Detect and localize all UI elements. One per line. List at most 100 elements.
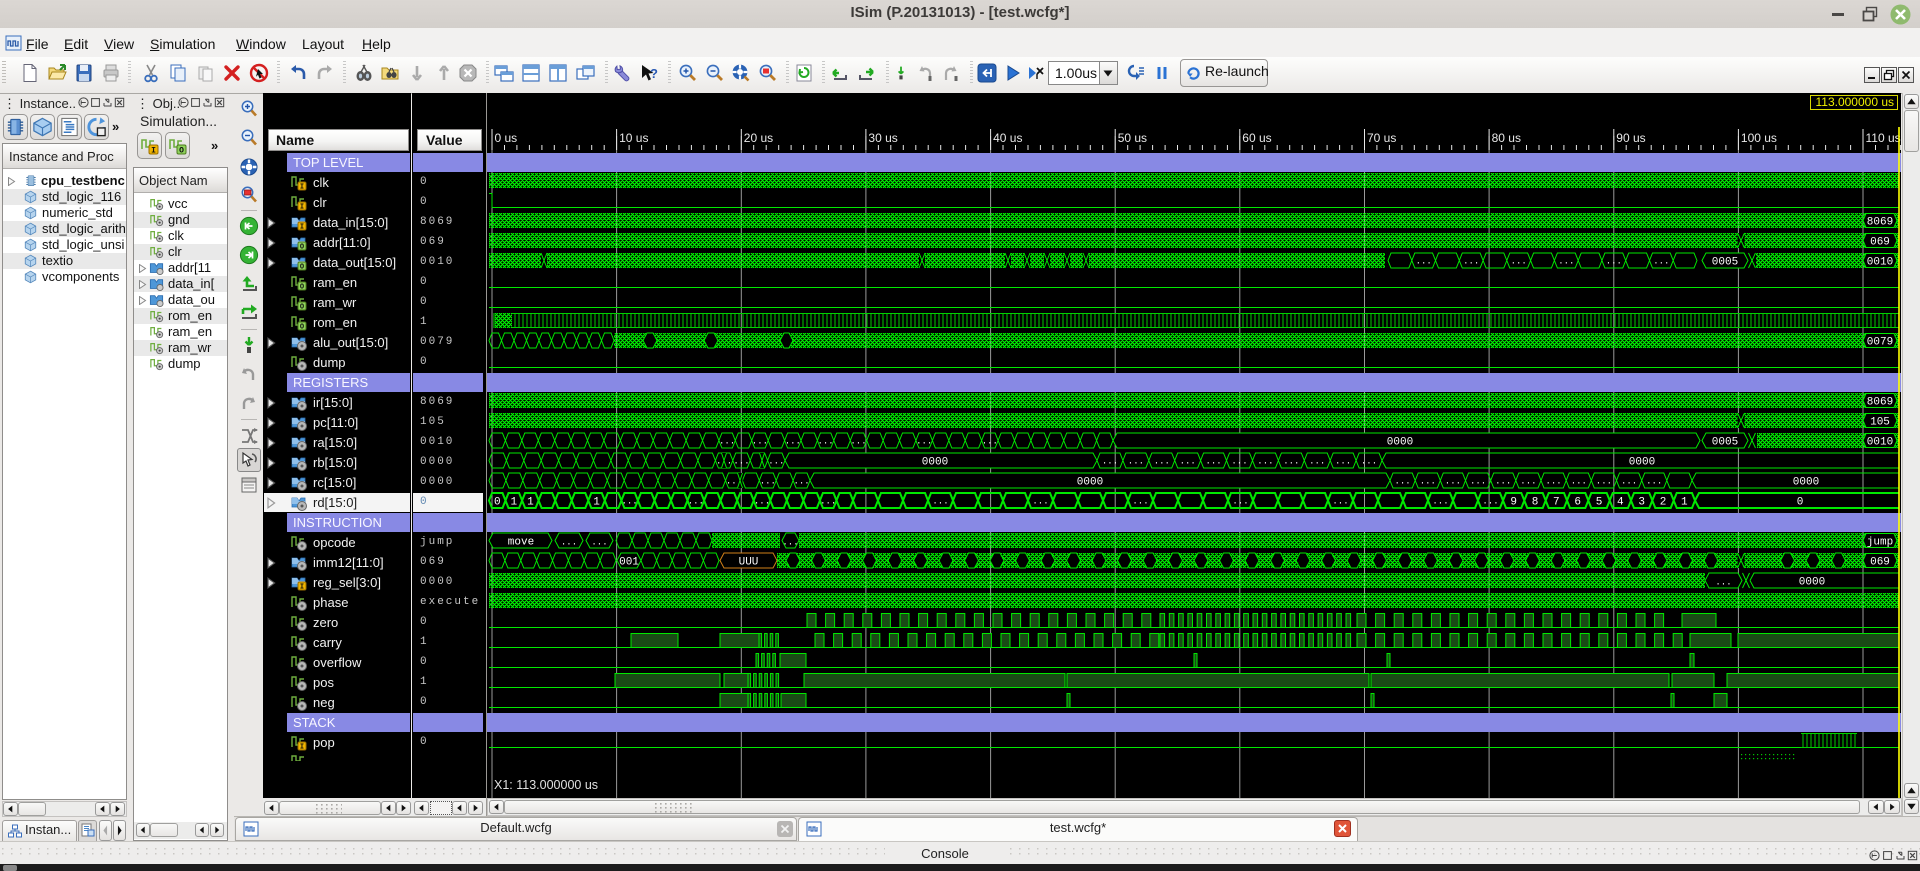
svg-text:8069: 8069 [1867,217,1893,229]
svg-text:?: ? [650,66,658,81]
svg-text:X1: 113.000000 us: X1: 113.000000 us [494,778,598,792]
svg-text:0000: 0000 [1629,457,1655,469]
svg-text:...: ... [1545,477,1561,487]
svg-text:0005: 0005 [1712,437,1738,449]
svg-text:...: ... [932,497,948,507]
svg-text:5: 5 [1596,497,1603,509]
svg-text:...: ... [1482,497,1498,507]
svg-text:...: ... [1463,257,1479,267]
svg-text:0000: 0000 [1077,477,1103,489]
svg-text:...: ... [793,477,809,487]
svg-text:1: 1 [510,497,517,509]
svg-text:...: ... [785,437,801,447]
svg-text:...: ... [1646,477,1662,487]
svg-text:...: ... [733,457,749,467]
svg-text:O: O [300,264,304,272]
svg-text:0079: 0079 [1867,337,1893,349]
svg-text:I: I [300,184,304,192]
svg-text:...: ... [1715,578,1731,588]
svg-text:move: move [508,537,534,549]
svg-text:80 us: 80 us [1492,131,1521,145]
svg-text:7: 7 [1553,497,1560,509]
svg-text:...: ... [1257,457,1273,467]
svg-text:...: ... [1309,457,1325,467]
svg-text:110 us: 110 us [1866,131,1901,145]
svg-text:...: ... [1596,477,1612,487]
svg-text:069: 069 [1870,557,1890,569]
svg-text:40 us: 40 us [993,131,1022,145]
svg-text:0010: 0010 [1867,257,1893,269]
svg-text:...: ... [1621,477,1637,487]
svg-text:1: 1 [593,497,600,509]
svg-text:1: 1 [1681,497,1688,509]
svg-text:...: ... [719,437,735,447]
svg-text:...: ... [1154,457,1170,467]
svg-text:2: 2 [1660,497,1667,509]
svg-text:...: ... [1606,257,1622,267]
svg-text:60 us: 60 us [1242,131,1271,145]
svg-text:...: ... [1520,477,1536,487]
svg-text:0 us: 0 us [495,131,518,145]
svg-text:30 us: 30 us [868,131,897,145]
svg-text:...: ... [760,477,776,487]
svg-text:...: ... [1232,497,1248,507]
svg-text:...: ... [1032,497,1048,507]
svg-text:...: ... [1558,257,1574,267]
svg-text:0000: 0000 [1793,477,1819,489]
svg-text:...: ... [1180,457,1196,467]
svg-text:069: 069 [1870,237,1890,249]
svg-text:O: O [300,244,304,252]
svg-text:0: 0 [1797,497,1804,509]
svg-text:...: ... [1511,257,1527,267]
svg-text:8: 8 [1532,497,1539,509]
svg-text:8069: 8069 [1867,397,1893,409]
svg-text:O: O [300,304,304,312]
svg-text:...: ... [1432,497,1448,507]
svg-text:...: ... [1416,257,1432,267]
svg-text:...: ... [1332,497,1348,507]
svg-text:...: ... [820,497,836,507]
svg-text:6: 6 [1574,497,1581,509]
svg-text:90 us: 90 us [1616,131,1645,145]
svg-text:jump: jump [1867,537,1893,549]
svg-text:9: 9 [1510,497,1517,509]
svg-text:...: ... [752,437,768,447]
svg-text:...: ... [561,538,577,548]
svg-text:3: 3 [1638,497,1645,509]
svg-text:O: O [300,324,304,332]
svg-text:...: ... [1132,497,1148,507]
svg-text:...: ... [1361,457,1377,467]
svg-text:...: ... [621,497,637,507]
svg-text:...: ... [1571,477,1587,487]
svg-text:...: ... [1128,457,1144,467]
svg-text:...: ... [1420,477,1436,487]
svg-text:001: 001 [619,557,639,569]
svg-text:50 us: 50 us [1118,131,1147,145]
svg-text:0000: 0000 [922,457,948,469]
svg-text:0000: 0000 [1387,437,1413,449]
svg-text:...: ... [1231,457,1247,467]
svg-text:...: ... [1335,457,1351,467]
svg-text:I: I [300,204,304,212]
svg-text:O: O [300,284,304,292]
svg-text:...: ... [688,497,704,507]
svg-text:I: I [300,744,304,752]
svg-text:4: 4 [1617,497,1624,509]
svg-text:...: ... [982,437,998,447]
svg-text:...: ... [1653,257,1669,267]
svg-text:0000: 0000 [1799,577,1825,589]
svg-text:...: ... [1283,457,1299,467]
svg-text:I: I [300,224,304,232]
svg-text:...: ... [817,437,833,447]
svg-text:...: ... [1205,457,1221,467]
svg-text:...: ... [754,497,770,507]
svg-text:20 us: 20 us [744,131,773,145]
svg-text:10 us: 10 us [619,131,648,145]
svg-text:...: ... [1495,477,1511,487]
svg-text:100 us: 100 us [1741,131,1777,145]
svg-text:I: I [151,147,156,156]
svg-text:...: ... [850,437,866,447]
svg-text:105: 105 [1870,417,1890,429]
svg-text:...: ... [1470,477,1486,487]
svg-text:...: ... [782,538,798,548]
